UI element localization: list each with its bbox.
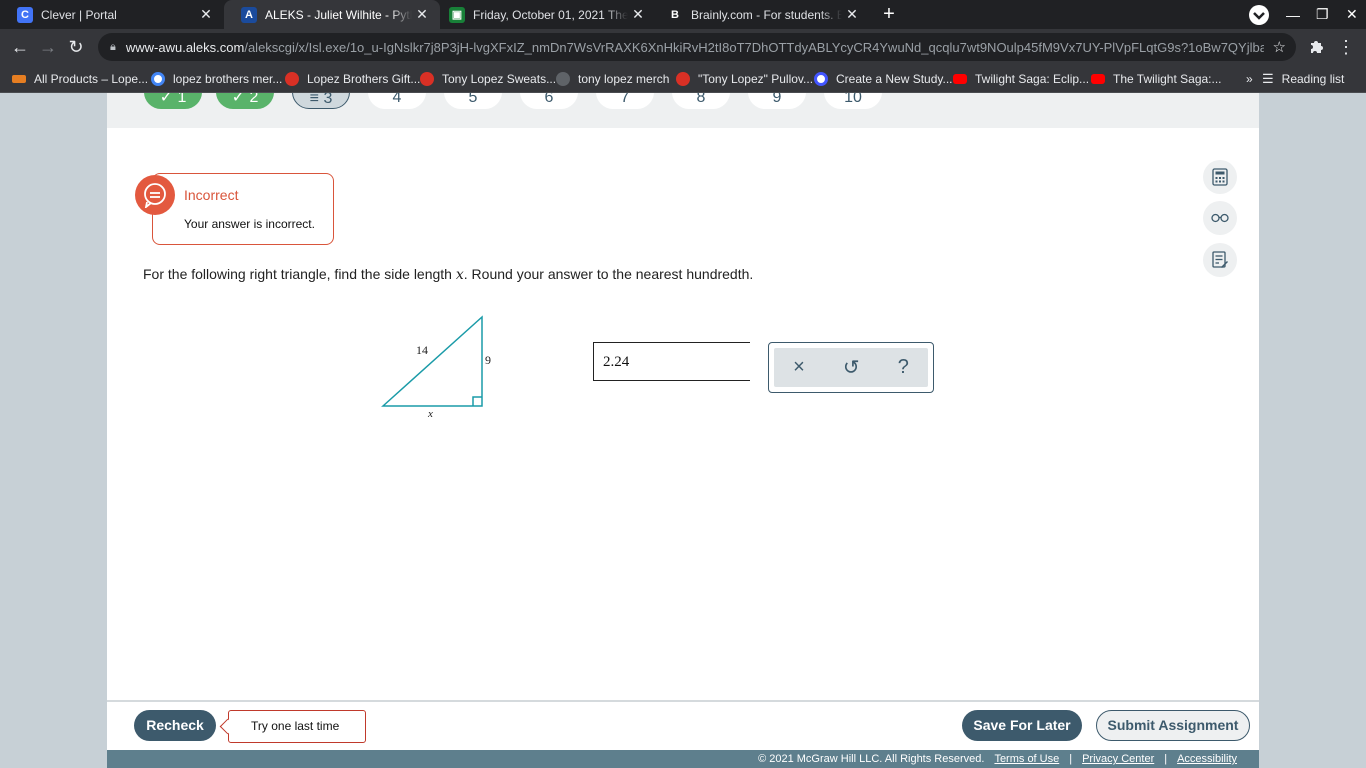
question-pill-1[interactable]: ✓ 1 bbox=[144, 93, 202, 109]
more-bookmarks-chevron-icon[interactable]: » bbox=[1246, 70, 1253, 88]
right-triangle-figure: 14 9 x bbox=[381, 315, 491, 418]
calculator-icon[interactable] bbox=[1203, 160, 1237, 194]
bookmark-item[interactable]: Twilight Saga: Eclip... bbox=[953, 70, 1089, 88]
tab-title: Clever | Portal bbox=[41, 7, 117, 22]
question-pill-7[interactable]: 7 bbox=[596, 93, 654, 109]
hypotenuse-label: 14 bbox=[416, 343, 428, 357]
question-pill-2[interactable]: ✓ 2 bbox=[216, 93, 274, 109]
shop-favicon-icon bbox=[12, 75, 26, 83]
question-pill-6[interactable]: 6 bbox=[520, 93, 578, 109]
tab-title: Friday, October 01, 2021 The Py bbox=[473, 7, 628, 22]
triangle-shape bbox=[381, 315, 483, 407]
browser-tab-strip: C Clever | Portal ✕ A ALEKS - Juliet Wil… bbox=[0, 0, 1366, 29]
question-pill-5[interactable]: 5 bbox=[444, 93, 502, 109]
bookmark-item[interactable]: Lopez Brothers Gift... bbox=[285, 70, 420, 88]
help-icon[interactable]: ? bbox=[898, 356, 909, 379]
question-progress-bar: ✓ 1 ✓ 2 ≡ 3 4 5 6 7 8 9 10 bbox=[107, 93, 1259, 128]
terms-of-use-link[interactable]: Terms of Use bbox=[994, 753, 1059, 765]
question-pill-4[interactable]: 4 bbox=[368, 93, 426, 109]
bookmark-item[interactable]: All Products – Lope... bbox=[12, 70, 148, 88]
address-bar[interactable]: 🔒︎ www-awu.aleks.com /alekscgi/x/Isl.exe… bbox=[98, 33, 1296, 61]
new-tab-plus-icon[interactable]: + bbox=[877, 3, 901, 27]
footer-separator: | bbox=[1164, 753, 1168, 765]
submit-assignment-button[interactable]: Submit Assignment bbox=[1096, 710, 1250, 741]
feedback-box bbox=[152, 173, 334, 245]
lock-icon: 🔒︎ bbox=[110, 40, 116, 53]
tab-title: Brainly.com - For students. By st bbox=[691, 7, 842, 22]
youtube-favicon-icon bbox=[953, 74, 967, 84]
back-arrow-icon[interactable]: ← bbox=[8, 35, 32, 59]
feedback-title: Incorrect bbox=[184, 187, 239, 203]
url-path: /alekscgi/x/Isl.exe/1o_u-IgNslkr7j8P3jH-… bbox=[244, 39, 1265, 55]
footer-separator: | bbox=[1069, 753, 1073, 765]
shield-favicon-icon bbox=[556, 72, 570, 86]
minimize-icon[interactable]: — bbox=[1286, 0, 1300, 29]
question-pill-9[interactable]: 9 bbox=[748, 93, 806, 109]
classroom-favicon-icon: ▣ bbox=[449, 6, 465, 23]
close-tab-icon[interactable]: ✕ bbox=[196, 6, 216, 23]
extensions-puzzle-icon[interactable] bbox=[1304, 35, 1328, 59]
notes-icon[interactable] bbox=[1203, 243, 1237, 277]
reload-icon[interactable]: ↻ bbox=[64, 35, 88, 59]
reading-list-icon: ☰ bbox=[1262, 71, 1274, 86]
forward-arrow-icon[interactable]: → bbox=[36, 35, 60, 59]
answer-tools-panel: × ↺ ? bbox=[768, 342, 934, 393]
speech-bubble-icon bbox=[135, 175, 175, 215]
tab-clever[interactable]: C Clever | Portal ✕ bbox=[0, 0, 224, 29]
close-tab-icon[interactable]: ✕ bbox=[628, 6, 648, 23]
bookmark-item[interactable]: Tony Lopez Sweats... bbox=[420, 70, 556, 88]
profile-dropdown-icon[interactable] bbox=[1248, 0, 1270, 29]
bookmark-item[interactable]: The Twilight Saga:... bbox=[1091, 70, 1222, 88]
right-angle-marker bbox=[472, 396, 482, 406]
bookmark-item[interactable]: tony lopez merch bbox=[556, 70, 669, 88]
bookmarks-bar: All Products – Lope... lopez brothers me… bbox=[0, 65, 1366, 93]
store-favicon-icon bbox=[285, 72, 299, 86]
save-for-later-button[interactable]: Save For Later bbox=[962, 710, 1082, 741]
recheck-button[interactable]: Recheck bbox=[134, 710, 216, 741]
aleks-page: ✓ 1 ✓ 2 ≡ 3 4 5 6 7 8 9 10 Incorrect You… bbox=[107, 93, 1259, 768]
question-pill-3[interactable]: ≡ 3 bbox=[292, 93, 350, 109]
browser-toolbar: ← → ↻ 🔒︎ www-awu.aleks.com /alekscgi/x/I… bbox=[0, 29, 1366, 65]
menu-kebab-icon[interactable]: ⋮ bbox=[1334, 35, 1358, 59]
store-favicon-icon bbox=[420, 72, 434, 86]
question-pill-8[interactable]: 8 bbox=[672, 93, 730, 109]
youtube-favicon-icon bbox=[1091, 74, 1105, 84]
question-pill-10[interactable]: 10 bbox=[824, 93, 882, 109]
clear-icon[interactable]: × bbox=[793, 356, 805, 379]
feedback-message: Your answer is incorrect. bbox=[184, 217, 315, 231]
bookmark-item[interactable]: Create a New Study... bbox=[814, 70, 953, 88]
brainly-favicon-icon: B bbox=[667, 6, 683, 23]
glasses-icon[interactable] bbox=[1203, 201, 1237, 235]
answer-input[interactable]: 2.24 bbox=[593, 342, 750, 381]
tab-brainly[interactable]: B Brainly.com - For students. By st ✕ bbox=[650, 0, 870, 29]
quizlet-favicon-icon bbox=[814, 72, 828, 86]
footer: © 2021 McGraw Hill LLC. All Rights Reser… bbox=[107, 750, 1259, 768]
restore-icon[interactable]: ❐ bbox=[1316, 0, 1329, 29]
bookmark-star-icon[interactable]: ☆ bbox=[1273, 38, 1286, 56]
bookmark-item[interactable]: lopez brothers mer... bbox=[151, 70, 282, 88]
variable-x: x bbox=[455, 267, 464, 283]
question-text: For the following right triangle, find t… bbox=[143, 266, 754, 283]
reading-list[interactable]: ☰ Reading list bbox=[1262, 70, 1344, 88]
tab-title: ALEKS - Juliet Wilhite - Pythagor bbox=[265, 7, 412, 22]
accessibility-link[interactable]: Accessibility bbox=[1177, 753, 1237, 765]
close-tab-icon[interactable]: ✕ bbox=[412, 6, 432, 23]
try-again-tooltip: Try one last time bbox=[219, 710, 366, 743]
undo-icon[interactable]: ↺ bbox=[843, 355, 860, 380]
google-favicon-icon bbox=[151, 72, 165, 86]
tab-aleks[interactable]: A ALEKS - Juliet Wilhite - Pythagor ✕ bbox=[224, 0, 440, 29]
close-tab-icon[interactable]: ✕ bbox=[842, 6, 862, 23]
privacy-center-link[interactable]: Privacy Center bbox=[1082, 753, 1154, 765]
unknown-side-label: x bbox=[427, 408, 433, 418]
close-window-icon[interactable]: ✕ bbox=[1346, 0, 1358, 29]
bookmark-item[interactable]: "Tony Lopez" Pullov... bbox=[676, 70, 813, 88]
leg-label: 9 bbox=[485, 353, 491, 367]
url-host: www-awu.aleks.com bbox=[125, 39, 245, 55]
store-favicon-icon bbox=[676, 72, 690, 86]
copyright-text: © 2021 McGraw Hill LLC. All Rights Reser… bbox=[758, 753, 985, 765]
aleks-favicon-icon: A bbox=[241, 6, 257, 23]
clever-favicon-icon: C bbox=[17, 6, 33, 23]
tab-classroom[interactable]: ▣ Friday, October 01, 2021 The Py ✕ bbox=[432, 0, 656, 29]
